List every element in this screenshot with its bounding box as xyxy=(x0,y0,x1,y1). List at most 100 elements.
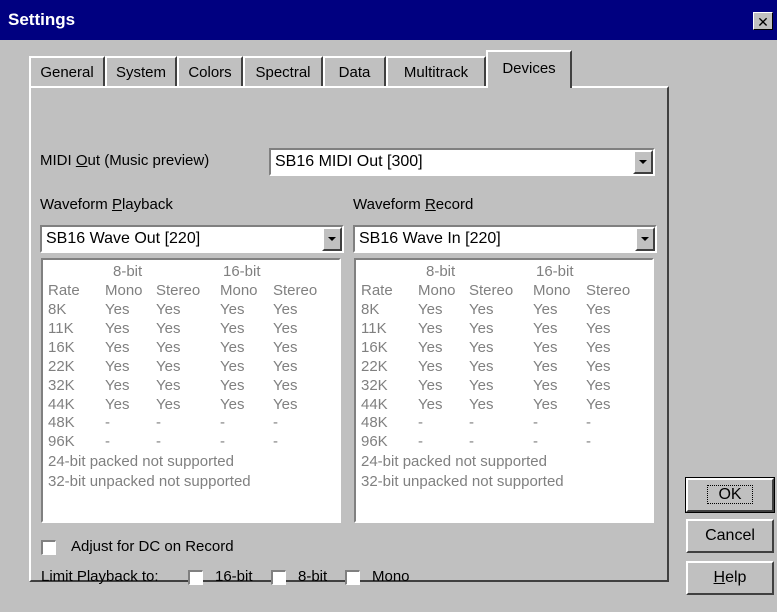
table-row: 44K Yes Yes Yes Yes xyxy=(43,396,339,415)
table-cell: Yes xyxy=(105,319,130,337)
record-capabilities: 8-bit 16-bit Rate Mono Stereo Mono Stereo 8K Yes… xyxy=(354,258,654,523)
table-cell: Yes xyxy=(220,395,245,413)
playback-capabilities: 8-bit 16-bit Rate Mono Stereo Mono Stereo 8K Yes… xyxy=(41,258,341,523)
capability-note: 24-bit packed not supported xyxy=(48,453,234,470)
table-cell: Yes xyxy=(533,376,558,394)
tab-system[interactable]: System xyxy=(105,56,177,86)
ok-button[interactable]: OK xyxy=(685,477,775,513)
table-cell: Yes xyxy=(220,301,245,318)
table-cell: Yes xyxy=(469,395,494,413)
record-device-value: SB16 Wave In [220] xyxy=(359,230,501,247)
table-cell: 8K xyxy=(48,301,67,318)
table-cell: - xyxy=(156,414,161,432)
table-cell: Yes xyxy=(469,338,494,356)
limit-8bit-checkbox[interactable] xyxy=(271,570,286,585)
table-cell: 96K xyxy=(48,433,75,451)
bit-depth-header: 8-bit xyxy=(113,263,143,280)
table-cell: Yes xyxy=(533,301,558,318)
table-header-row: Rate Mono Stereo Mono Stereo xyxy=(43,282,339,301)
window-title: Settings xyxy=(8,10,76,29)
capability-note: 32-bit unpacked not supported xyxy=(361,473,564,490)
table-cell: Yes xyxy=(273,301,298,318)
table-cell: Yes xyxy=(156,338,181,356)
limit-16bit-checkbox[interactable] xyxy=(188,570,203,585)
table-cell: - xyxy=(156,433,161,451)
table-cell: Yes xyxy=(220,376,245,394)
tab-spectral[interactable]: Spectral xyxy=(243,56,323,86)
adjust-dc-checkbox[interactable] xyxy=(41,540,56,555)
chevron-down-icon[interactable] xyxy=(635,227,655,251)
table-cell: Yes xyxy=(418,301,443,318)
table-cell: Yes xyxy=(418,395,443,413)
column-header: Rate xyxy=(361,282,393,299)
limit-mono-checkbox[interactable] xyxy=(345,570,360,585)
table-row: 11K Yes Yes Yes Yes xyxy=(43,320,339,339)
table-cell: Yes xyxy=(105,338,130,356)
chevron-down-icon[interactable] xyxy=(322,227,342,251)
table-cell: 22K xyxy=(361,357,388,375)
column-header: Mono xyxy=(105,282,143,299)
table-cell: Yes xyxy=(273,319,298,337)
table-cell: Yes xyxy=(105,376,130,394)
chevron-down-icon[interactable] xyxy=(633,150,653,174)
limit-playback-label: Limit Playback to: xyxy=(41,568,159,585)
tab-devices[interactable]: Devices xyxy=(486,50,572,88)
playback-device-select[interactable]: SB16 Wave Out [220] xyxy=(40,225,344,253)
table-cell: - xyxy=(586,414,591,432)
table-cell: - xyxy=(586,433,591,451)
column-header: Mono xyxy=(220,282,258,299)
table-cell: 11K xyxy=(361,319,387,337)
table-cell: Yes xyxy=(156,376,181,394)
column-header: Stereo xyxy=(469,282,514,299)
table-row: 8K Yes Yes Yes Yes xyxy=(356,301,652,320)
table-row: 32K Yes Yes Yes Yes xyxy=(356,377,652,396)
table-cell: - xyxy=(220,414,225,432)
table-header-row: Rate Mono Stereo Mono Stereo xyxy=(356,282,652,301)
table-cell: 32K xyxy=(361,376,388,394)
column-header: Stereo xyxy=(586,282,631,299)
midi-out-select[interactable]: SB16 MIDI Out [300] xyxy=(269,148,655,176)
table-cell: 22K xyxy=(48,357,75,375)
close-button[interactable]: ✕ xyxy=(753,12,773,30)
cancel-button[interactable]: Cancel xyxy=(686,519,774,553)
table-cell: Yes xyxy=(469,376,494,394)
capability-note: 24-bit packed not supported xyxy=(361,453,547,470)
table-cell: - xyxy=(105,433,110,451)
table-cell: 16K xyxy=(48,338,75,356)
table-row: 96K - - - - xyxy=(43,433,339,452)
table-row: 48K - - - - xyxy=(43,414,339,433)
table-cell: Yes xyxy=(418,319,443,337)
column-header: Stereo xyxy=(156,282,201,299)
table-cell: 44K xyxy=(361,395,388,413)
table-cell: 8K xyxy=(361,301,380,318)
table-cell: Yes xyxy=(418,338,443,356)
tab-general[interactable]: General xyxy=(29,56,105,86)
tab-data[interactable]: Data xyxy=(323,56,386,86)
tab-multitrack[interactable]: Multitrack xyxy=(386,56,486,86)
table-cell: Yes xyxy=(105,357,130,375)
table-cell: - xyxy=(273,414,278,432)
table-cell: Yes xyxy=(533,357,558,375)
table-cell: Yes xyxy=(105,301,130,318)
table-cell: Yes xyxy=(156,395,181,413)
help-button[interactable]: Help xyxy=(686,561,774,595)
column-header: Mono xyxy=(533,282,571,299)
table-row: 16K Yes Yes Yes Yes xyxy=(43,339,339,358)
table-row: 48K - - - - xyxy=(356,414,652,433)
tab-colors[interactable]: Colors xyxy=(177,56,243,86)
table-cell: 48K xyxy=(48,414,75,432)
table-cell: Yes xyxy=(418,357,443,375)
record-device-select[interactable]: SB16 Wave In [220] xyxy=(353,225,657,253)
table-row: 22K Yes Yes Yes Yes xyxy=(356,358,652,377)
table-cell: 11K xyxy=(48,319,74,337)
midi-out-label: MIDI Out (Music preview) xyxy=(40,152,210,169)
table-cell: - xyxy=(105,414,110,432)
limit-mono-label: Mono xyxy=(372,568,410,585)
limit-16bit-label: 16-bit xyxy=(215,568,253,585)
table-cell: Yes xyxy=(586,338,611,356)
bit-depth-header: 16-bit xyxy=(223,263,261,280)
table-row: 44K Yes Yes Yes Yes xyxy=(356,396,652,415)
table-cell: Yes xyxy=(273,338,298,356)
table-cell: Yes xyxy=(469,319,494,337)
table-cell: Yes xyxy=(273,395,298,413)
